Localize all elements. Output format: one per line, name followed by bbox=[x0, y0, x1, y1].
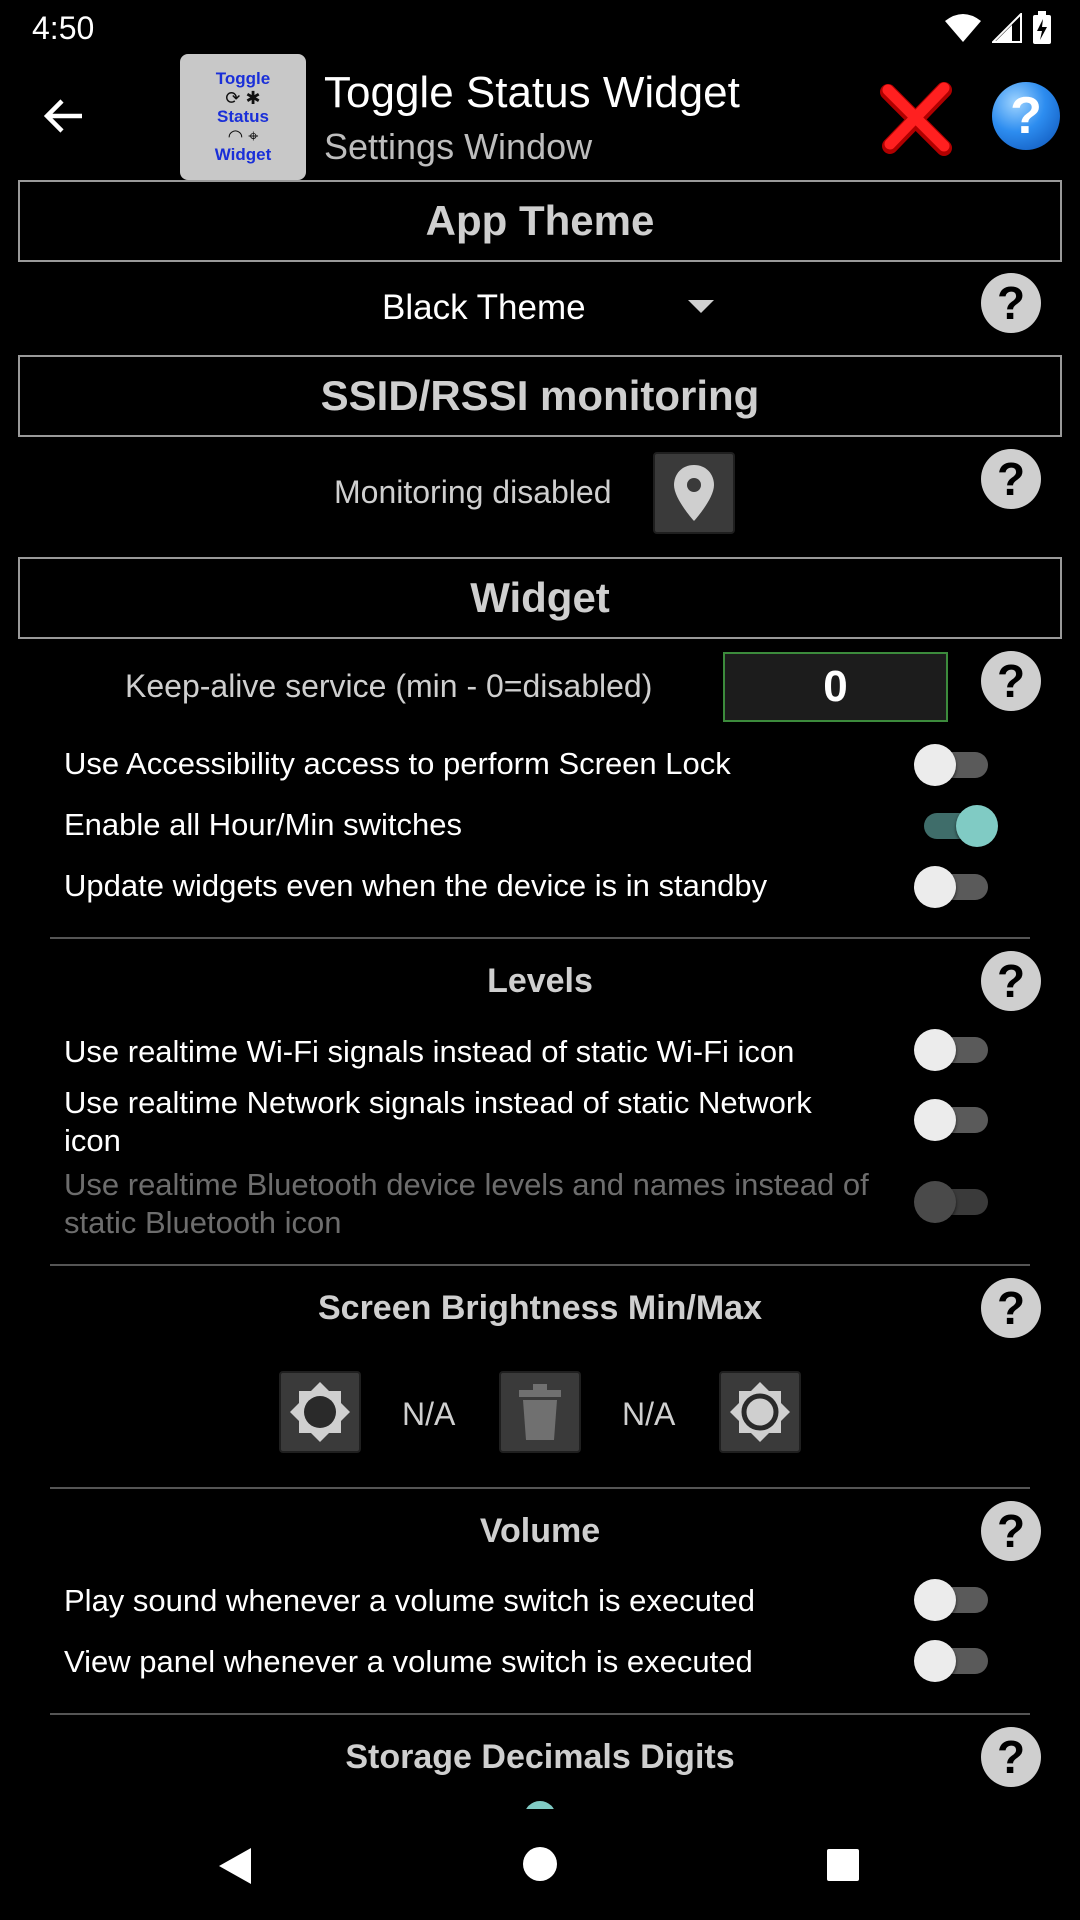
monitoring-status: Monitoring disabled bbox=[334, 474, 612, 510]
close-button[interactable] bbox=[878, 78, 958, 158]
chevron-down-icon bbox=[688, 300, 714, 313]
status-icons bbox=[944, 10, 1052, 46]
sync-bluetooth-icon: ⟳ ✱ bbox=[225, 88, 261, 108]
help-icon[interactable]: ? bbox=[981, 951, 1041, 1011]
status-bar: 4:50 bbox=[0, 0, 1080, 54]
navigation-bar bbox=[0, 1808, 1080, 1920]
option-label: Enable all Hour/Min switches bbox=[64, 807, 463, 842]
app-logo: Toggle ⟳ ✱ Status ◠ ⌖ Widget bbox=[180, 54, 306, 180]
option-label: View panel whenever a volume switch is e… bbox=[64, 1644, 753, 1679]
help-icon[interactable]: ? bbox=[981, 449, 1041, 509]
switch-thumb bbox=[914, 1181, 956, 1223]
option-label: Use realtime Network signals instead of … bbox=[64, 1085, 812, 1158]
switch-thumb bbox=[914, 1579, 956, 1621]
brightness-min-value: N/A bbox=[402, 1396, 456, 1432]
theme-selected: Black Theme bbox=[382, 288, 586, 327]
help-icon[interactable]: ? bbox=[981, 1727, 1041, 1787]
switch-thumb bbox=[914, 866, 956, 908]
switch-thumb bbox=[956, 805, 998, 847]
nav-recents-icon[interactable] bbox=[826, 1848, 860, 1882]
option-label: Update widgets even when the device is i… bbox=[64, 868, 768, 903]
app-logo-line-1: Toggle bbox=[215, 69, 271, 88]
divider bbox=[50, 937, 1030, 939]
switch-thumb bbox=[914, 744, 956, 786]
back-button[interactable] bbox=[36, 88, 92, 144]
section-title: SSID/RSSI monitoring bbox=[320, 372, 760, 419]
storage-title: Storage Decimals Digits bbox=[345, 1738, 735, 1776]
location-button[interactable] bbox=[653, 452, 735, 534]
help-icon[interactable]: ? bbox=[981, 651, 1041, 711]
option-label: Play sound whenever a volume switch is e… bbox=[64, 1583, 755, 1618]
divider bbox=[50, 1713, 1030, 1715]
status-time: 4:50 bbox=[32, 10, 95, 46]
switch-thumb bbox=[914, 1029, 956, 1071]
toggle-realtime-wifi[interactable] bbox=[914, 1025, 998, 1075]
brightness-min-button[interactable] bbox=[279, 1371, 361, 1453]
volume-title: Volume bbox=[479, 1512, 601, 1550]
brightness-icon bbox=[290, 1382, 350, 1442]
nav-home-icon[interactable] bbox=[522, 1846, 558, 1882]
help-icon[interactable]: ? bbox=[981, 1278, 1041, 1338]
page-title: Toggle Status Widget bbox=[324, 68, 740, 117]
wifi-icon bbox=[945, 14, 981, 42]
section-app-theme: App Theme bbox=[18, 180, 1062, 262]
option-label-disabled: Use realtime Bluetooth device levels and… bbox=[64, 1167, 869, 1240]
brightness-delete-button[interactable] bbox=[499, 1371, 581, 1453]
toggle-hour-min-switches[interactable] bbox=[914, 801, 998, 851]
page-subtitle: Settings Window bbox=[324, 126, 593, 167]
keepalive-input[interactable]: 0 bbox=[723, 652, 948, 722]
toggle-accessibility-screen-lock[interactable] bbox=[914, 740, 998, 790]
location-pin-icon bbox=[674, 465, 714, 521]
keepalive-label: Keep-alive service (min - 0=disabled) bbox=[125, 668, 653, 704]
toggle-update-in-standby[interactable] bbox=[914, 862, 998, 912]
toggle-volume-sound[interactable] bbox=[914, 1575, 998, 1625]
brightness-title: Screen Brightness Min/Max bbox=[317, 1289, 762, 1327]
toggle-realtime-network[interactable] bbox=[914, 1095, 998, 1145]
switch-thumb bbox=[914, 1099, 956, 1141]
theme-dropdown[interactable]: Black Theme bbox=[360, 280, 740, 336]
section-ssid-rssi: SSID/RSSI monitoring bbox=[18, 355, 1062, 437]
nav-back-icon[interactable] bbox=[215, 1846, 255, 1886]
divider bbox=[50, 1487, 1030, 1489]
option-label: Use realtime Wi-Fi signals instead of st… bbox=[64, 1034, 795, 1069]
close-icon bbox=[880, 82, 952, 156]
divider bbox=[50, 1264, 1030, 1266]
section-title: Widget bbox=[470, 574, 610, 621]
brightness-max-button[interactable] bbox=[719, 1371, 801, 1453]
trash-icon bbox=[519, 1384, 561, 1440]
section-title: App Theme bbox=[425, 197, 655, 244]
option-label: Use Accessibility access to perform Scre… bbox=[64, 746, 731, 781]
switch-thumb bbox=[914, 1640, 956, 1682]
section-widget: Widget bbox=[18, 557, 1062, 639]
cell-signal-icon bbox=[992, 13, 1022, 43]
brightness-icon bbox=[730, 1382, 790, 1442]
app-header: Toggle ⟳ ✱ Status ◠ ⌖ Widget Toggle Stat… bbox=[0, 54, 1080, 180]
app-logo-line-3: Widget bbox=[214, 145, 272, 164]
help-icon[interactable]: ? bbox=[992, 82, 1060, 150]
arrow-back-icon bbox=[44, 99, 82, 133]
battery-charging-icon bbox=[1033, 11, 1051, 44]
brightness-max-value: N/A bbox=[622, 1396, 676, 1432]
toggle-volume-panel[interactable] bbox=[914, 1636, 998, 1686]
levels-title: Levels bbox=[487, 962, 593, 1000]
toggle-realtime-bluetooth bbox=[914, 1177, 998, 1227]
help-icon[interactable]: ? bbox=[981, 1501, 1041, 1561]
app-logo-line-2: Status bbox=[217, 107, 269, 126]
help-icon[interactable]: ? bbox=[981, 273, 1041, 333]
wifi-gps-icon: ◠ ⌖ bbox=[227, 126, 259, 146]
